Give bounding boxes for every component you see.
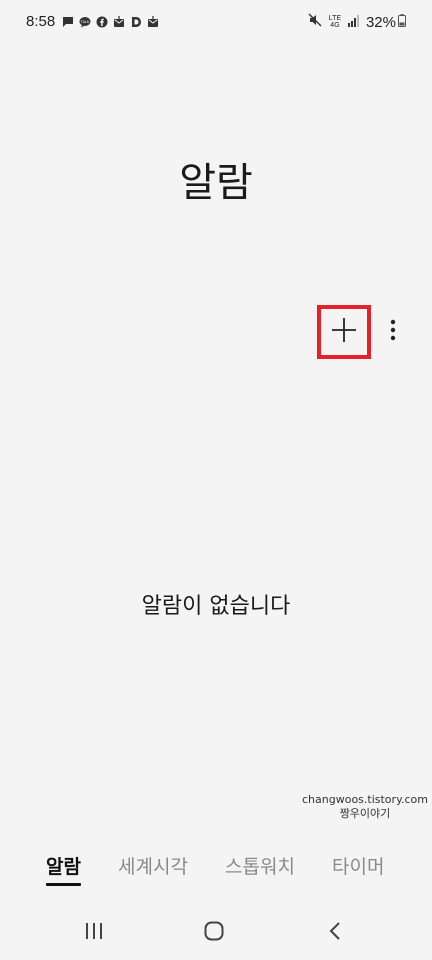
- message-icon: [62, 16, 74, 28]
- status-time: 8:58: [26, 13, 56, 30]
- recent-apps-button[interactable]: [79, 920, 109, 946]
- tab-world-clock[interactable]: 세계시각: [118, 852, 188, 879]
- home-icon: [204, 921, 224, 945]
- status-right: LTE 4G 32%: [302, 13, 406, 31]
- active-tab-indicator: [46, 883, 81, 886]
- watermark-name: 짱우이야기: [339, 807, 391, 820]
- status-bar: 8:58 TALK LTE 4G 32%: [0, 0, 432, 44]
- status-left: 8:58 TALK: [26, 13, 164, 30]
- battery-percent: 32%: [365, 13, 396, 31]
- more-options-button[interactable]: [382, 316, 404, 348]
- facebook-icon: [96, 16, 108, 28]
- plus-icon: [331, 317, 357, 347]
- tab-timer[interactable]: 타이머: [332, 852, 384, 879]
- signal-icon: [347, 14, 360, 31]
- mail-icon: [147, 15, 159, 28]
- talk-icon: TALK: [79, 16, 91, 28]
- tab-alarm[interactable]: 알람: [46, 852, 81, 886]
- svg-text:TALK: TALK: [80, 20, 90, 24]
- page-title: 알람: [179, 160, 253, 206]
- navigation-bar: [0, 910, 432, 960]
- back-icon: [328, 921, 342, 945]
- bottom-tabs: 알람 세계시각 스톱워치 타이머: [0, 852, 432, 888]
- mail-icon: [113, 15, 125, 28]
- empty-state-message: 알람이 없습니다: [141, 594, 291, 619]
- notification-icons: TALK: [62, 15, 164, 28]
- watermark-url: changwoos.tistory.com: [302, 793, 428, 806]
- more-vertical-icon: [390, 319, 396, 345]
- battery-icon: [398, 13, 406, 31]
- home-button[interactable]: [199, 920, 229, 946]
- d-app-icon: [130, 16, 142, 28]
- recent-apps-icon: [84, 922, 104, 944]
- tab-stopwatch[interactable]: 스톱워치: [225, 852, 295, 879]
- network-type: LTE 4G: [328, 15, 342, 29]
- mute-icon: [308, 13, 322, 31]
- back-button[interactable]: [320, 920, 350, 946]
- watermark: changwoos.tistory.com 짱우이야기: [300, 793, 430, 821]
- add-alarm-button[interactable]: [317, 305, 371, 359]
